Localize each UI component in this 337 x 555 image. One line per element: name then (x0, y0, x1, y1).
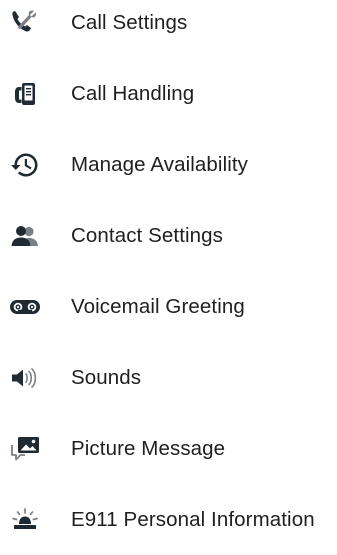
menu-item-sounds[interactable]: Sounds (0, 342, 337, 413)
menu-item-label: Voicemail Greeting (71, 294, 245, 318)
menu-item-manage-availability[interactable]: Manage Availability (0, 129, 337, 200)
menu-item-label: Manage Availability (71, 152, 249, 176)
menu-item-label: Picture Message (71, 436, 226, 460)
emergency-beacon-icon (7, 502, 43, 538)
history-clock-icon (7, 147, 43, 183)
menu-item-label: Call Settings (71, 10, 188, 34)
menu-item-label: Call Handling (71, 81, 195, 105)
menu-item-label: Contact Settings (71, 223, 224, 247)
speaker-icon (7, 360, 43, 396)
voicemail-icon (7, 289, 43, 325)
picture-message-icon (7, 431, 43, 467)
menu-item-label: Sounds (71, 365, 142, 389)
menu-item-call-settings[interactable]: Call Settings (0, 0, 337, 58)
settings-menu: Call Settings Call Handling Manage Avail… (0, 0, 337, 555)
menu-item-call-handling[interactable]: Call Handling (0, 58, 337, 129)
contacts-people-icon (7, 218, 43, 254)
menu-item-e911-personal-information[interactable]: E911 Personal Information (0, 484, 337, 555)
menu-item-contact-settings[interactable]: Contact Settings (0, 200, 337, 271)
menu-item-voicemail-greeting[interactable]: Voicemail Greeting (0, 271, 337, 342)
phone-device-icon (7, 76, 43, 112)
menu-item-picture-message[interactable]: Picture Message (0, 413, 337, 484)
phone-wrench-icon (7, 5, 43, 41)
menu-item-label: E911 Personal Information (71, 507, 315, 531)
